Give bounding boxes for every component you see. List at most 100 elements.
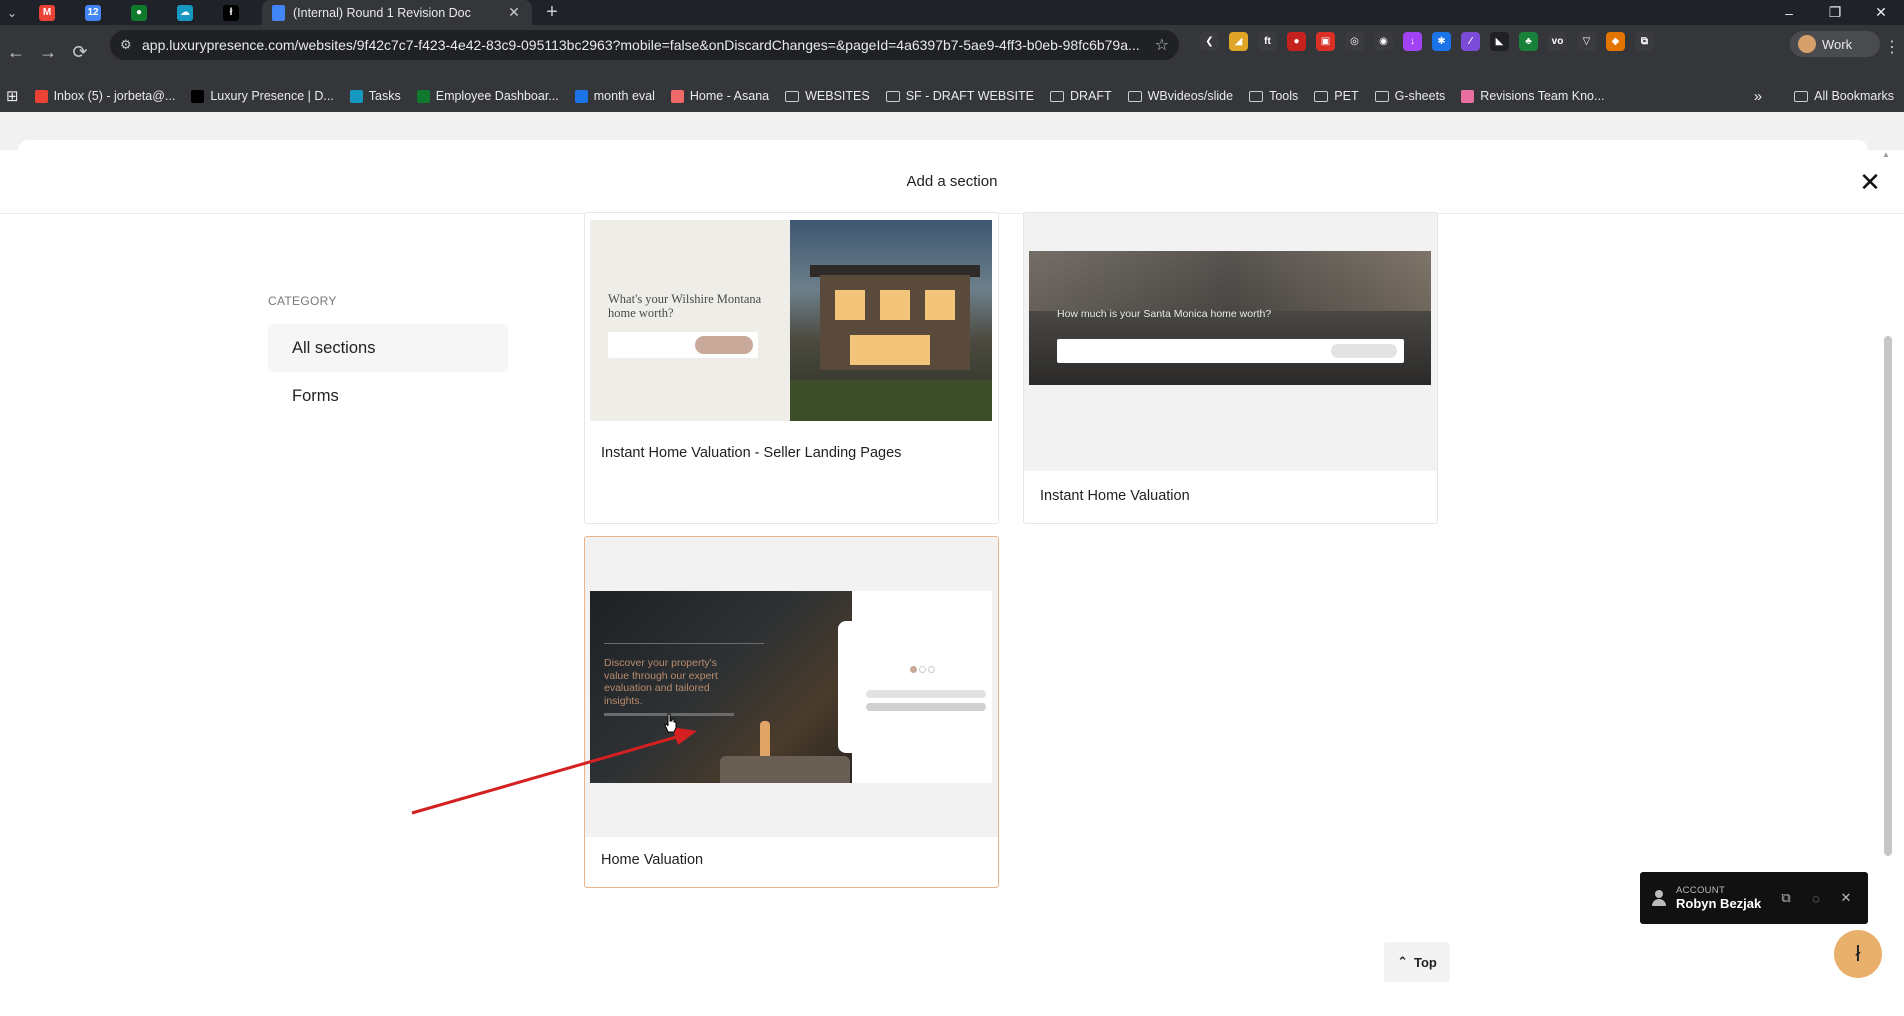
- pinned-tab-app-green[interactable]: ●: [116, 0, 162, 25]
- window-close-button[interactable]: ✕: [1858, 0, 1904, 25]
- copy-icon[interactable]: ⧉: [1776, 890, 1796, 906]
- account-text: ACCOUNT Robyn Bezjak: [1676, 885, 1766, 911]
- google-docs-icon: [272, 4, 285, 21]
- preview-submit-button: [1331, 344, 1397, 358]
- extension-1-icon[interactable]: ❮: [1200, 32, 1219, 51]
- pinned-tab-cloud[interactable]: ☁: [162, 0, 208, 25]
- extension-11-icon[interactable]: ◣: [1490, 32, 1509, 51]
- bookmark-label: Home - Asana: [689, 89, 770, 103]
- bookmark-item[interactable]: WEBSITES: [785, 89, 870, 103]
- bookmark-label: Employee Dashboar...: [435, 89, 559, 103]
- extensions-puzzle-icon[interactable]: ⧉: [1635, 32, 1654, 51]
- card-label: Instant Home Valuation: [1040, 488, 1190, 504]
- section-preview: Discover your property's value through o…: [585, 537, 998, 837]
- section-card-home-valuation[interactable]: Discover your property's value through o…: [584, 536, 999, 888]
- pinned-tab-calendar[interactable]: 12: [70, 0, 116, 25]
- extension-7-icon[interactable]: ◉: [1374, 32, 1393, 51]
- reload-button[interactable]: ⟳: [64, 37, 96, 69]
- chevron-up-icon: ⌃: [1397, 954, 1409, 969]
- forward-button[interactable]: →: [32, 37, 64, 69]
- bookmark-label: Tasks: [368, 89, 401, 103]
- bookmarks-bar: ⊞ Inbox (5) - jorbeta@... Luxury Presence…: [0, 80, 1904, 112]
- all-bookmarks-label: All Bookmarks: [1814, 89, 1894, 103]
- active-tab[interactable]: (Internal) Round 1 Revision Doc ✕: [262, 0, 532, 25]
- profile-button[interactable]: Work: [1790, 31, 1880, 57]
- bookmark-label: PET: [1334, 89, 1359, 103]
- extension-14-icon[interactable]: ▽: [1577, 32, 1596, 51]
- bookmark-item[interactable]: month eval: [574, 89, 655, 103]
- preview-house-photo: [790, 220, 992, 421]
- extension-5-icon[interactable]: ▣: [1316, 32, 1335, 51]
- section-preview: What's your Wilshire Montana home worth?: [585, 213, 998, 427]
- extension-8-icon[interactable]: ↓: [1403, 32, 1422, 51]
- apps-grid-icon[interactable]: ⊞: [6, 87, 19, 105]
- back-button[interactable]: ←: [0, 37, 32, 69]
- extension-3-icon[interactable]: ft: [1258, 32, 1277, 51]
- scroll-up-arrow[interactable]: ▲: [1882, 150, 1890, 159]
- bookmark-item[interactable]: Inbox (5) - jorbeta@...: [34, 89, 175, 103]
- bookmark-item[interactable]: Luxury Presence | D...: [191, 89, 334, 103]
- site-info-icon[interactable]: ⚙: [120, 37, 142, 53]
- bookmark-label: Tools: [1269, 89, 1299, 103]
- restore-button[interactable]: ❐: [1812, 0, 1858, 25]
- preview-lamp: [760, 721, 770, 761]
- folder-icon: [1314, 90, 1329, 102]
- category-label: CATEGORY: [268, 294, 337, 308]
- card-label: Instant Home Valuation - Seller Landing …: [601, 445, 902, 461]
- section-card-seller-landing[interactable]: What's your Wilshire Montana home worth?…: [584, 212, 999, 524]
- bookmarks-overflow-icon[interactable]: »: [1754, 88, 1762, 105]
- extension-4-icon[interactable]: ●: [1287, 32, 1306, 51]
- bookmark-favicon-icon: [349, 89, 363, 103]
- pinned-tab-gmail[interactable]: M: [24, 0, 70, 25]
- bookmark-label: G-sheets: [1394, 89, 1446, 103]
- extension-15-icon[interactable]: ◆: [1606, 32, 1625, 51]
- tab-search-icon[interactable]: ⌄: [0, 0, 24, 25]
- bookmark-item[interactable]: G-sheets: [1374, 89, 1446, 103]
- scrollbar-thumb[interactable]: [1884, 336, 1892, 856]
- new-tab-button[interactable]: +: [536, 1, 568, 24]
- house-window: [925, 290, 955, 320]
- bookmark-item[interactable]: Tasks: [349, 89, 401, 103]
- person-icon: [1652, 890, 1666, 906]
- section-card-instant-valuation[interactable]: How much is your Santa Monica home worth…: [1023, 212, 1438, 524]
- minimize-button[interactable]: –: [1766, 0, 1812, 25]
- luxury-presence-icon: ł: [1855, 941, 1861, 966]
- luxury-presence-fab[interactable]: ł: [1834, 930, 1882, 978]
- category-all-sections[interactable]: All sections: [268, 324, 508, 372]
- bookmark-star-icon[interactable]: ☆: [1155, 35, 1169, 55]
- scroll-to-top-button[interactable]: ⌃ Top: [1384, 942, 1450, 982]
- bookmark-item[interactable]: PET: [1314, 89, 1359, 103]
- tab-close-icon[interactable]: ✕: [506, 4, 522, 21]
- account-close-icon[interactable]: ✕: [1836, 890, 1856, 906]
- profile-avatar: [1798, 35, 1816, 53]
- extension-10-icon[interactable]: ∕: [1461, 32, 1480, 51]
- all-bookmarks-folder[interactable]: All Bookmarks: [1794, 89, 1894, 103]
- extension-6-icon[interactable]: ◎: [1345, 32, 1364, 51]
- hand-cursor-icon: [664, 713, 677, 733]
- bookmark-item[interactable]: Employee Dashboar...: [416, 89, 559, 103]
- extension-9-icon[interactable]: ✱: [1432, 32, 1451, 51]
- extension-2-icon[interactable]: ◢: [1229, 32, 1248, 51]
- browser-menu-icon[interactable]: ⋮: [1884, 37, 1900, 57]
- bookmark-item[interactable]: Revisions Team Kno...: [1461, 89, 1604, 103]
- extension-13-icon[interactable]: vo: [1548, 32, 1567, 51]
- modal-close-icon[interactable]: ✕: [1856, 167, 1884, 197]
- bookmark-label: WBvideos/slide: [1147, 89, 1234, 103]
- url-text[interactable]: app.luxurypresence.com/websites/9f42c7c7…: [142, 37, 1155, 53]
- pinned-tab-luxury-presence[interactable]: ł: [208, 0, 254, 25]
- cloud-icon: ☁: [177, 4, 193, 21]
- bookmark-item[interactable]: Home - Asana: [670, 89, 770, 103]
- bookmark-item[interactable]: SF - DRAFT WEBSITE: [885, 89, 1034, 103]
- bookmark-item[interactable]: Tools: [1249, 89, 1298, 103]
- extension-12-icon[interactable]: ♣: [1519, 32, 1538, 51]
- folder-icon: [1794, 90, 1809, 102]
- extensions-bar: ❮ ◢ ft ● ▣ ◎ ◉ ↓ ✱ ∕ ◣ ♣ vo ▽ ◆ ⧉: [1200, 32, 1654, 51]
- account-name: Robyn Bezjak: [1676, 896, 1762, 911]
- folder-icon: [885, 90, 900, 102]
- hide-icon[interactable]: ◌: [1806, 891, 1826, 906]
- address-bar[interactable]: ⚙ app.luxurypresence.com/websites/9f42c7…: [110, 30, 1179, 60]
- bookmark-item[interactable]: WBvideos/slide: [1127, 89, 1234, 103]
- category-forms[interactable]: Forms: [268, 372, 508, 420]
- bookmark-item[interactable]: DRAFT: [1049, 89, 1112, 103]
- preview-form-panel: [852, 591, 992, 783]
